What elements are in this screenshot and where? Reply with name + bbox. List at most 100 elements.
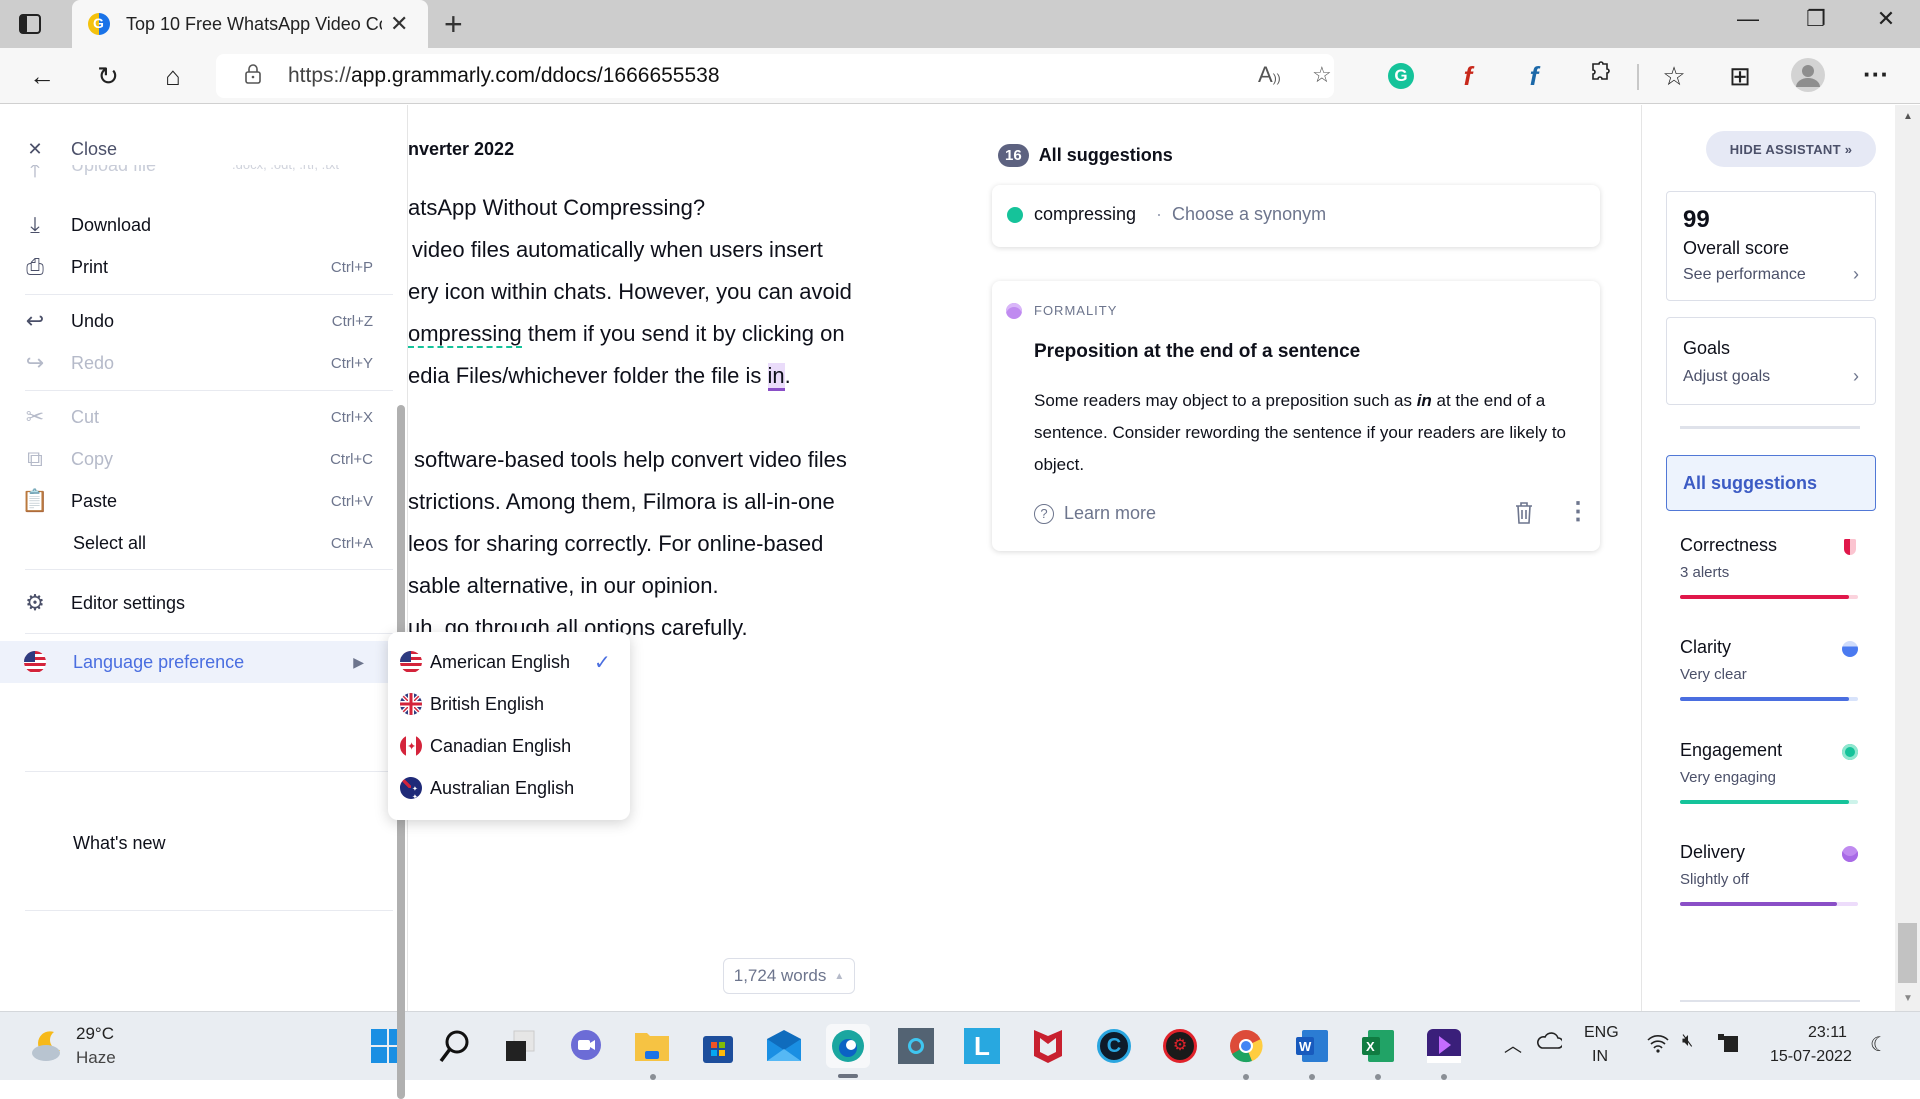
menu-redo[interactable]: ↪ Redo Ctrl+Y <box>0 343 400 383</box>
weather-description[interactable]: Haze <box>76 1048 116 1068</box>
language-option-canadian[interactable]: ✦ Canadian English <box>388 726 630 766</box>
wondershare-icon[interactable] <box>1422 1024 1466 1068</box>
clock-time[interactable]: 23:11 <box>1808 1024 1847 1042</box>
grammarly-extension-icon[interactable]: G <box>1383 60 1419 92</box>
extension-f-red-icon[interactable]: f <box>1450 60 1486 92</box>
windows-taskbar: 29°C Haze L C ⚙ W X ︿ ENG IN 🔇︎ 23:11 15… <box>0 1011 1920 1080</box>
menu-language-preference[interactable]: Language preference ▶ <box>0 641 400 683</box>
teams-chat-icon[interactable] <box>564 1024 608 1068</box>
focus-assist-moon-icon[interactable]: ☾ <box>1870 1032 1888 1057</box>
language-option-british[interactable]: British English <box>388 684 630 724</box>
word-icon[interactable]: W <box>1290 1024 1334 1068</box>
dismiss-trash-icon[interactable] <box>1514 501 1534 531</box>
category-progress-bar <box>1680 595 1858 599</box>
chrome-icon[interactable] <box>1224 1024 1268 1068</box>
collections-icon[interactable]: ⊞ <box>1722 60 1758 92</box>
cortana-icon[interactable] <box>894 1024 938 1068</box>
overall-score-card[interactable]: 99 Overall score See performance › <box>1666 191 1876 301</box>
input-language-bottom[interactable]: IN <box>1592 1048 1608 1066</box>
menu-copy[interactable]: ⧉ Copy Ctrl+C <box>0 439 400 479</box>
l-app-icon[interactable]: L <box>960 1024 1004 1068</box>
cut-icon: ✂ <box>25 404 45 429</box>
learn-more-link[interactable]: ? Learn more <box>1034 503 1156 524</box>
menu-select-all[interactable]: Select all Ctrl+A <box>0 523 400 563</box>
all-suggestions-filter[interactable]: All suggestions <box>1666 455 1876 511</box>
mcafee-icon[interactable] <box>1026 1024 1070 1068</box>
search-icon[interactable] <box>432 1024 476 1068</box>
language-option-australian[interactable]: ✦ ✦ Australian English <box>388 768 630 808</box>
new-tab-button[interactable]: + <box>444 6 463 43</box>
document-editor[interactable]: nverter 2022 atsApp Without Compressing?… <box>408 105 978 1011</box>
url-text[interactable]: https://app.grammarly.com/ddocs/16666555… <box>288 64 720 88</box>
menu-paste[interactable]: 📋 Paste Ctrl+V <box>0 481 400 521</box>
wifi-icon[interactable] <box>1646 1032 1670 1059</box>
show-hidden-icons-chevron[interactable]: ︿ <box>1504 1032 1522 1058</box>
onedrive-cloud-icon[interactable] <box>1536 1030 1564 1055</box>
lock-icon[interactable] <box>244 64 262 89</box>
extension-f-blue-icon[interactable]: f <box>1516 60 1552 92</box>
read-aloud-icon[interactable]: A)) <box>1258 62 1281 88</box>
menu-item-label: Editor settings <box>71 592 186 613</box>
synonym-suggestion-card[interactable]: compressing · Choose a synonym <box>992 185 1600 247</box>
favorites-icon[interactable]: ☆ <box>1656 60 1692 92</box>
edge-browser-icon[interactable] <box>826 1024 870 1068</box>
menu-cut[interactable]: ✂ Cut Ctrl+X <box>0 397 400 437</box>
clock-date[interactable]: 15-07-2022 <box>1770 1048 1852 1066</box>
scroll-down-arrow[interactable]: ▼ <box>1903 993 1913 1004</box>
scrollbar-thumb[interactable] <box>1898 923 1917 983</box>
menu-undo[interactable]: ↩ Undo Ctrl+Z <box>0 301 400 341</box>
menu-download[interactable]: ⤓ Download <box>0 205 400 245</box>
iobit-driver-icon[interactable]: ⚙ <box>1158 1024 1202 1068</box>
shortcut-label: Ctrl+X <box>330 408 373 426</box>
menu-editor-settings[interactable]: ⚙ Editor settings <box>0 583 400 623</box>
scroll-up-arrow[interactable]: ▲ <box>1903 111 1913 122</box>
task-view-icon[interactable] <box>498 1024 542 1068</box>
category-engagement[interactable]: Engagement Very engaging <box>1680 740 1860 820</box>
browser-tab[interactable]: Top 10 Free WhatsApp Video Co ✕ <box>72 0 428 48</box>
category-correctness[interactable]: Correctness 3 alerts <box>1680 535 1860 615</box>
excel-icon[interactable]: X <box>1356 1024 1400 1068</box>
mail-icon[interactable] <box>762 1024 806 1068</box>
language-option-american[interactable]: American English ✓ <box>388 642 630 682</box>
restore-button[interactable]: ❐ <box>1796 6 1836 32</box>
more-options-icon[interactable]: ⋮ <box>1566 497 1590 526</box>
shortcut-label: Ctrl+P <box>330 258 373 276</box>
battery-charging-icon[interactable] <box>1716 1030 1740 1059</box>
category-clarity[interactable]: Clarity Very clear <box>1680 637 1860 717</box>
back-button[interactable]: ← <box>24 60 60 92</box>
file-explorer-icon[interactable] <box>630 1024 674 1068</box>
add-favorite-icon[interactable]: ☆ <box>1312 62 1332 88</box>
weather-temperature[interactable]: 29°C <box>76 1024 114 1044</box>
menu-whats-new[interactable]: What's new <box>0 823 400 863</box>
flagged-word-in[interactable]: in <box>767 363 785 391</box>
goals-card[interactable]: Goals Adjust goals › <box>1666 317 1876 405</box>
category-delivery[interactable]: Delivery Slightly off <box>1680 842 1860 922</box>
flagged-word-compressing[interactable]: ompressing <box>408 321 522 348</box>
home-button[interactable]: ⌂ <box>155 60 191 92</box>
tab-close-icon[interactable]: ✕ <box>390 11 408 37</box>
input-language-top[interactable]: ENG <box>1584 1024 1619 1042</box>
assistant-sidebar: HIDE ASSISTANT » 99 Overall score See pe… <box>1641 105 1881 1011</box>
microsoft-store-icon[interactable] <box>696 1024 740 1068</box>
menu-close[interactable]: ✕ Close <box>0 129 400 169</box>
extensions-puzzle-icon[interactable] <box>1582 60 1618 93</box>
minimize-button[interactable]: — <box>1728 6 1768 32</box>
volume-muted-icon[interactable]: 🔇︎ <box>1682 1030 1693 1051</box>
page-scrollbar[interactable]: ▲ ▼ <box>1895 105 1920 1011</box>
weather-haze-icon[interactable] <box>28 1026 68 1066</box>
menu-print[interactable]: ⎙ Print Ctrl+P <box>0 247 400 287</box>
running-indicator <box>1441 1074 1447 1080</box>
separator-dot: · <box>1156 204 1162 224</box>
window-close-button[interactable]: ✕ <box>1866 6 1906 32</box>
tab-actions-icon[interactable] <box>18 12 52 36</box>
refresh-button[interactable]: ↻ <box>90 60 126 92</box>
hide-assistant-button[interactable]: HIDE ASSISTANT » <box>1706 131 1876 167</box>
settings-more-icon[interactable]: ··· <box>1858 58 1894 90</box>
formality-suggestion-card[interactable]: FORMALITY Preposition at the end of a se… <box>992 281 1600 551</box>
category-progress-fill <box>1680 697 1850 701</box>
menu-upload-file[interactable]: ⤒ Upload file .docx, .odt, .rtf, .txt <box>0 165 400 187</box>
word-count-button[interactable]: 1,724 words ▲ <box>723 958 855 994</box>
address-bar[interactable]: https://app.grammarly.com/ddocs/16666555… <box>216 54 1334 98</box>
profile-avatar[interactable] <box>1790 58 1826 99</box>
ccleaner-icon[interactable]: C <box>1092 1024 1136 1068</box>
